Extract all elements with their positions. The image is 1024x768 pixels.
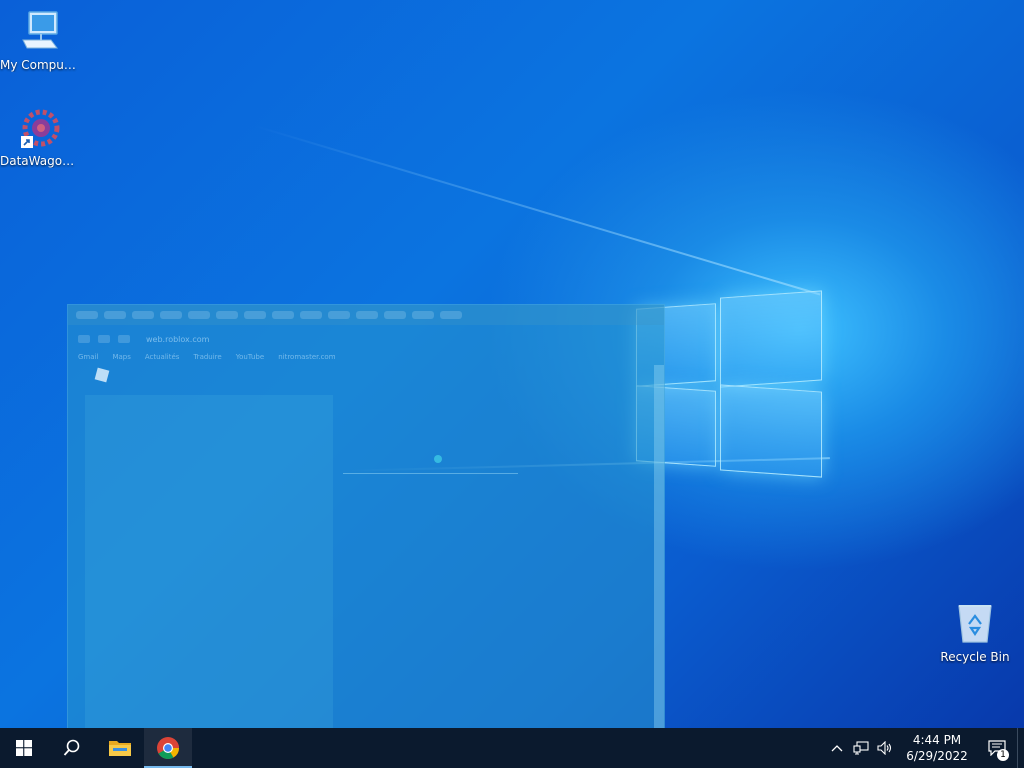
bookmark: Gmail <box>78 353 99 361</box>
roblox-logo-icon <box>94 367 110 383</box>
desktop-icon-recycle-bin[interactable]: Recycle Bin <box>936 602 1014 664</box>
folder-icon <box>109 741 131 756</box>
search-button[interactable] <box>48 728 96 768</box>
show-desktop-button[interactable] <box>1017 728 1024 768</box>
taskbar: 4:44 PM 6/29/2022 1 <box>0 728 1024 768</box>
recycle-bin-icon <box>958 605 992 643</box>
desktop-icon-label: DataWagon... <box>0 154 78 168</box>
bookmark: Traduire <box>193 353 222 361</box>
network-icon <box>853 741 869 755</box>
start-button[interactable] <box>0 728 48 768</box>
tab-strip <box>68 305 664 325</box>
bookmarks-bar: Gmail Maps Actualités Traduire YouTube n… <box>68 353 664 365</box>
taskbar-file-explorer[interactable] <box>96 728 144 768</box>
desktop-icon-label: My Computer <box>0 58 78 72</box>
light-beam <box>254 125 821 296</box>
address-bar: web.roblox.com <box>68 325 664 353</box>
divider-line <box>343 473 518 474</box>
loading-dot <box>434 455 442 463</box>
volume-icon <box>877 741 892 755</box>
desktop-icon-datawagon[interactable]: DataWagon... <box>0 106 78 168</box>
start-icon <box>16 740 32 756</box>
scrollbar <box>654 365 664 728</box>
gear-app-icon <box>21 109 60 148</box>
bookmark: Maps <box>112 353 131 361</box>
clock[interactable]: 4:44 PM 6/29/2022 <box>897 732 977 764</box>
ghost-browser-window: web.roblox.com Gmail Maps Actualités Tra… <box>67 304 665 728</box>
clock-time: 4:44 PM <box>912 733 962 747</box>
chevron-up-icon <box>831 745 843 752</box>
volume-button[interactable] <box>873 728 897 768</box>
desktop: web.roblox.com Gmail Maps Actualités Tra… <box>0 0 1024 728</box>
system-tray: 4:44 PM 6/29/2022 1 <box>825 728 1024 768</box>
url-text: web.roblox.com <box>146 334 210 344</box>
action-center-button[interactable]: 1 <box>977 728 1017 768</box>
bookmark: YouTube <box>235 353 265 361</box>
notification-badge: 1 <box>997 749 1009 761</box>
clock-date: 6/29/2022 <box>906 749 968 763</box>
show-hidden-icons-button[interactable] <box>825 728 849 768</box>
desktop-icon-label: Recycle Bin <box>940 650 1010 664</box>
network-button[interactable] <box>849 728 873 768</box>
chrome-icon <box>157 737 179 759</box>
bookmark: Actualités <box>144 353 180 361</box>
content-panel <box>85 395 333 728</box>
search-icon <box>63 739 80 756</box>
desktop-icon-my-computer[interactable]: My Computer <box>0 10 78 72</box>
computer-icon <box>22 11 58 49</box>
taskbar-chrome[interactable] <box>144 728 192 768</box>
bookmark: nitromaster.com <box>278 353 336 361</box>
